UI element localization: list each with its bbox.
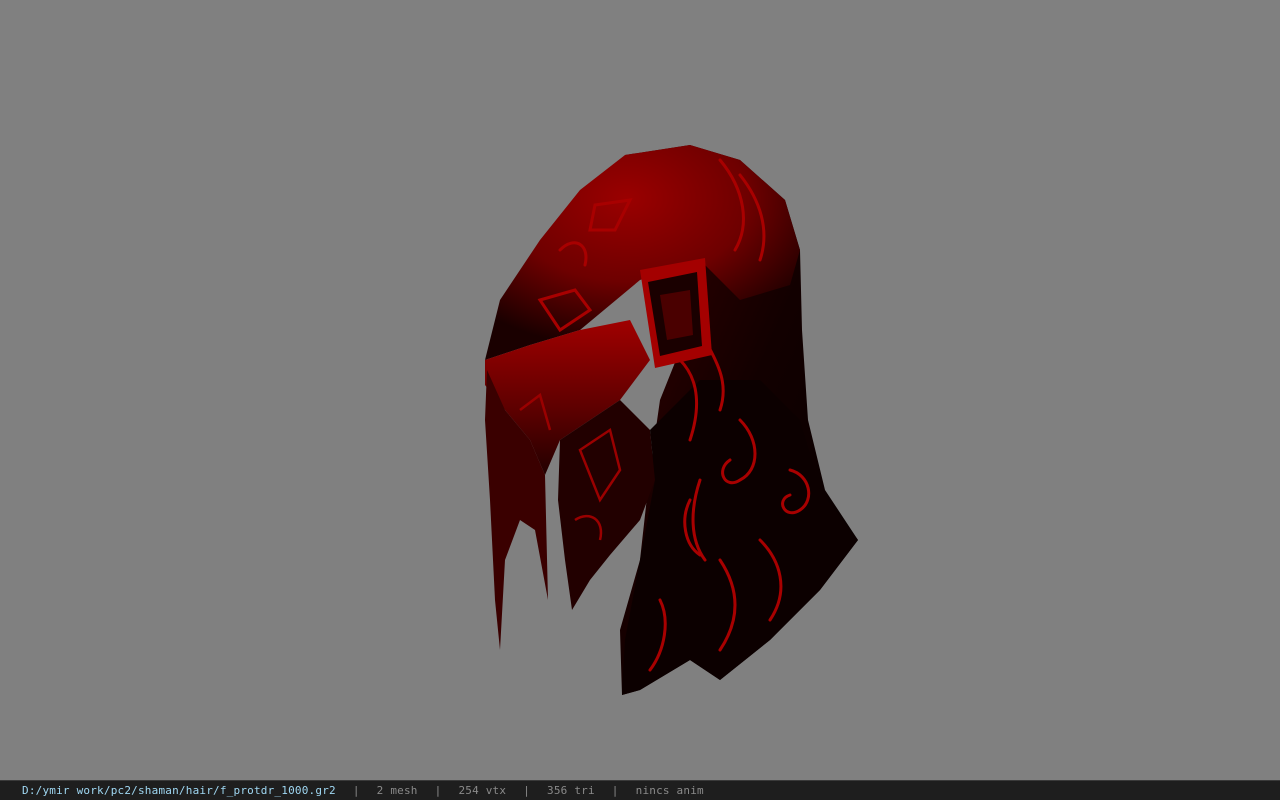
- lower-neck-plate: [622, 380, 858, 695]
- separator: |: [434, 784, 442, 797]
- emblem-square: [640, 258, 712, 368]
- model-viewer-window: D:/ymir work/pc2/shaman/hair/f_protdr_10…: [0, 0, 1280, 800]
- animation-status: nincs anim: [635, 784, 704, 797]
- helmet-model[interactable]: [0, 0, 1280, 780]
- model-file-path: D:/ymir work/pc2/shaman/hair/f_protdr_10…: [22, 784, 336, 797]
- separator: |: [352, 784, 360, 797]
- vertex-count: 254 vtx: [458, 784, 507, 797]
- mesh-count: 2 mesh: [376, 784, 418, 797]
- status-bar: D:/ymir work/pc2/shaman/hair/f_protdr_10…: [0, 780, 1280, 800]
- 3d-viewport[interactable]: [0, 0, 1280, 780]
- separator: |: [523, 784, 531, 797]
- triangle-count: 356 tri: [547, 784, 595, 797]
- separator: |: [611, 784, 619, 797]
